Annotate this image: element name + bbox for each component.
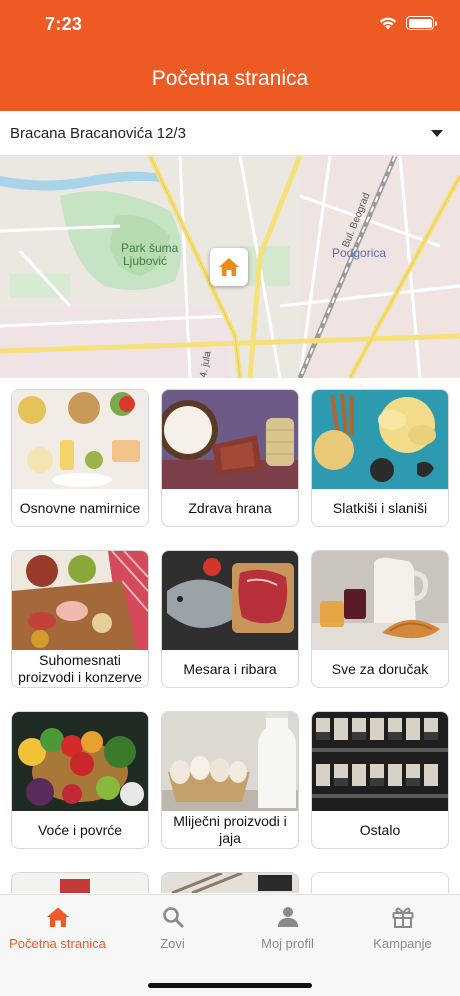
pantry-staples-photo — [12, 390, 148, 489]
category-label: Osnovne namirnice — [19, 499, 141, 516]
category-label: Voće i povrće — [37, 821, 123, 838]
meat-fish-photo — [162, 551, 298, 650]
app-header: 7:23 Početna stranica — [0, 0, 460, 111]
person-icon — [277, 907, 298, 927]
category-label: Slatkiši i slaniši — [332, 499, 428, 516]
status-time: 7:23 — [45, 14, 83, 34]
category-card[interactable]: Slatkiši i slaniši — [311, 389, 449, 527]
tab-profile[interactable]: Moj profil — [230, 905, 345, 955]
category-card[interactable] — [11, 872, 149, 893]
tab-label: Kampanje — [373, 936, 432, 951]
home-icon — [219, 258, 239, 276]
home-indicator — [148, 983, 312, 988]
dairy-eggs-photo — [162, 712, 298, 811]
category-card[interactable]: Sve za doručak — [311, 550, 449, 688]
category-card[interactable]: Zdrava hrana — [161, 389, 299, 527]
bottom-tab-bar: Početna stranica Zovi Moj profil Kampanj… — [0, 894, 460, 996]
address-value: Bracana Bracanovića 12/3 — [10, 124, 186, 142]
map-view[interactable]: Park šuma Ljubović Podgorica Bul. Beogra… — [0, 156, 460, 378]
tab-campaigns[interactable]: Kampanje — [345, 905, 460, 955]
category-card[interactable]: Osnovne namirnice — [11, 389, 149, 527]
wifi-icon — [379, 17, 397, 30]
category-label: Sve za doručak — [331, 660, 429, 677]
category-label: Mesara i ribara — [183, 660, 277, 677]
category-card[interactable]: Mliječni proizvodi i jaja — [161, 711, 299, 849]
category-card[interactable] — [161, 872, 299, 893]
other-products-photo — [312, 712, 448, 811]
category-label: Suhomesnati proizvodi i konzerve — [18, 652, 142, 685]
category-photo — [312, 873, 448, 893]
address-selector[interactable]: Bracana Bracanovića 12/3 — [0, 111, 460, 156]
breakfast-photo — [312, 551, 448, 650]
home-location-marker[interactable] — [210, 248, 248, 286]
page-title: Početna stranica — [151, 67, 309, 90]
home-icon — [46, 907, 69, 927]
category-label: Zdrava hrana — [188, 499, 272, 516]
tab-label: Zovi — [160, 936, 185, 951]
status-icons — [378, 16, 437, 30]
chevron-down-icon — [431, 129, 443, 137]
tab-call[interactable]: Zovi — [115, 905, 230, 955]
category-card[interactable]: Suhomesnati proizvodi i konzerve — [11, 550, 149, 688]
category-photo — [12, 873, 148, 893]
snacks-photo — [312, 390, 448, 489]
tab-label: Moj profil — [261, 936, 314, 951]
category-card[interactable]: Mesara i ribara — [161, 550, 299, 688]
map-city-label: Podgorica — [332, 246, 386, 260]
search-icon — [162, 907, 183, 928]
tab-home[interactable]: Početna stranica — [0, 905, 115, 955]
healthy-food-photo — [162, 390, 298, 489]
category-label: Ostalo — [359, 821, 401, 838]
battery-icon — [406, 16, 437, 30]
gift-icon — [392, 907, 413, 928]
category-grid: Osnovne namirnice Zdrava hrana Slatkiši … — [0, 378, 460, 893]
category-card[interactable]: Ostalo — [311, 711, 449, 849]
category-card[interactable]: Voće i povrće — [11, 711, 149, 849]
tab-label: Početna stranica — [9, 936, 106, 951]
cured-meat-photo — [12, 551, 148, 650]
category-photo — [162, 873, 298, 893]
category-card[interactable] — [311, 872, 449, 893]
category-label: Mliječni proizvodi i jaja — [173, 813, 287, 846]
fruit-vegetables-photo — [12, 712, 148, 811]
